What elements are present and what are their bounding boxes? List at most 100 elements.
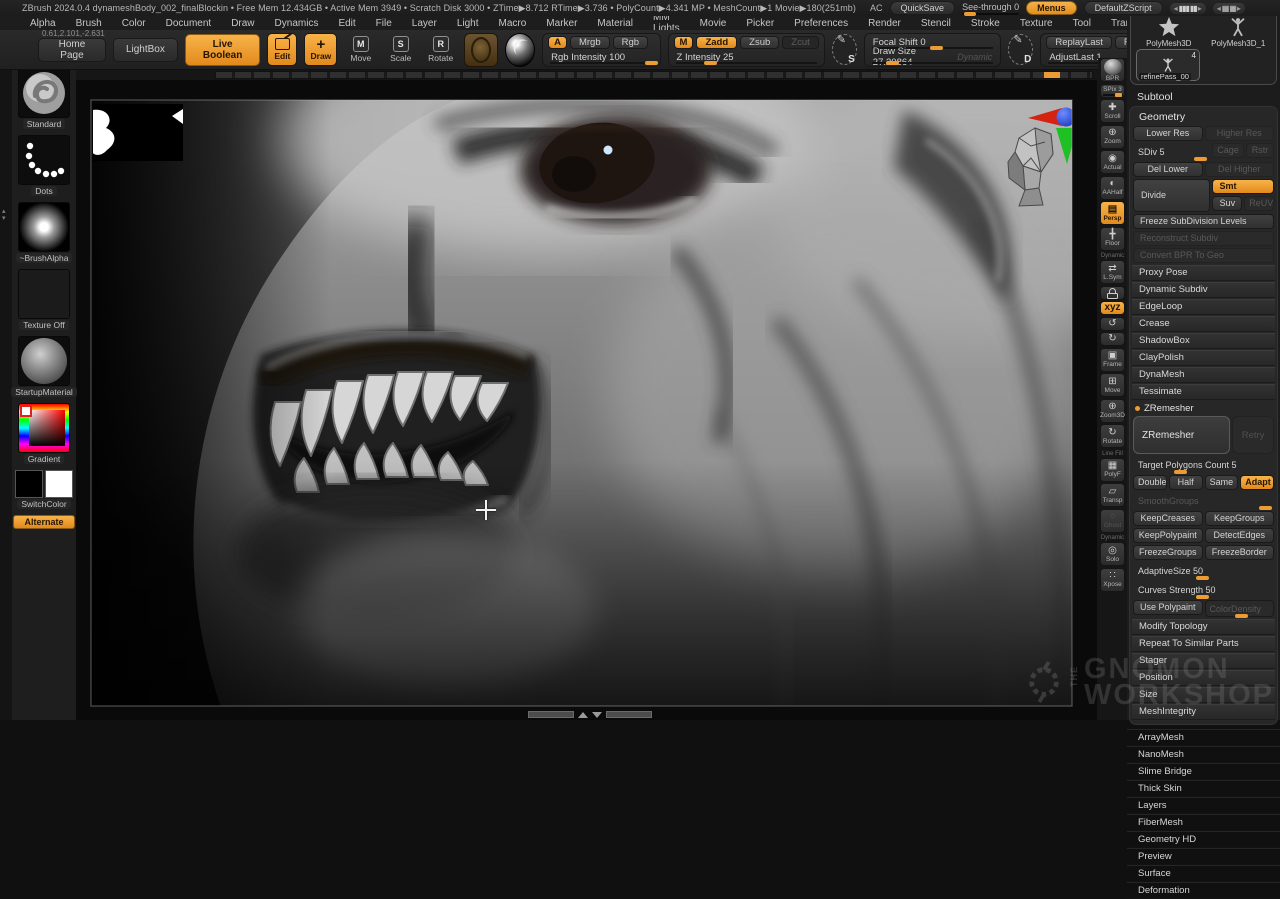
section-preview[interactable]: Preview (1127, 848, 1280, 865)
menu-preferences[interactable]: Preferences (784, 18, 858, 29)
scale-mode-button[interactable]: SScale (384, 33, 417, 66)
menu-document[interactable]: Document (156, 18, 222, 29)
half-button[interactable]: Half (1169, 475, 1203, 490)
zremesher-button[interactable]: ZRemesher (1133, 416, 1230, 454)
menu-layer[interactable]: Layer (402, 18, 447, 29)
menu-color[interactable]: Color (112, 18, 156, 29)
polyframe-toggle[interactable]: ▦PolyF (1100, 458, 1125, 482)
del-higher-button[interactable]: Del Higher (1205, 162, 1275, 177)
color-density-slider[interactable]: ColorDensity (1205, 600, 1275, 617)
menu-light[interactable]: Light (447, 18, 489, 29)
freeze-groups-toggle[interactable]: FreezeGroups (1133, 545, 1203, 560)
menu-picker[interactable]: Picker (736, 18, 784, 29)
section-surface[interactable]: Surface (1127, 865, 1280, 882)
keep-polypaint-toggle[interactable]: KeepPolypaint (1133, 528, 1203, 543)
row-crease[interactable]: Crease (1132, 316, 1275, 332)
row-repeat-to-similar[interactable]: Repeat To Similar Parts (1132, 636, 1275, 652)
xpose-button[interactable]: ∷Xpose (1100, 568, 1125, 592)
replay-last-button[interactable]: ReplayLast (1046, 36, 1112, 49)
reconstruct-subdiv-button[interactable]: Reconstruct Subdiv (1133, 231, 1274, 246)
row-dynamic-subdiv[interactable]: Dynamic Subdiv (1132, 282, 1275, 298)
adaptive-size-slider[interactable]: AdaptiveSize 50 (1133, 562, 1274, 579)
spin-ccw-button[interactable]: ↺ (1100, 317, 1125, 331)
move-canvas-button[interactable]: ⊞Move (1100, 373, 1125, 397)
actual-size-button[interactable]: ◉Actual (1100, 150, 1125, 174)
alpha-thumbnail-large[interactable] (18, 202, 70, 252)
menu-file[interactable]: File (366, 18, 402, 29)
section-deformation[interactable]: Deformation (1127, 882, 1280, 899)
section-slime-bridge[interactable]: Slime Bridge (1127, 763, 1280, 780)
secondary-color-swatch[interactable] (45, 470, 73, 498)
local-symmetry-toggle[interactable]: ⇄L.Sym (1100, 260, 1125, 284)
menu-alpha[interactable]: Alpha (20, 18, 66, 29)
spin-cw-button[interactable]: ↻ (1100, 332, 1125, 346)
zoom3d-button[interactable]: ⊕Zoom3D (1100, 399, 1125, 423)
mrgb-button[interactable]: Mrgb (570, 36, 610, 49)
current-material-button[interactable] (505, 33, 535, 67)
section-geometry-hd[interactable]: Geometry HD (1127, 831, 1280, 848)
switch-color-label[interactable]: SwitchColor (17, 499, 70, 509)
stroke-type-button[interactable]: S (832, 34, 857, 65)
lower-res-button[interactable]: Lower Res (1133, 126, 1203, 141)
perspective-toggle[interactable]: ▤Persp (1100, 201, 1125, 225)
tray-handle-bar[interactable] (528, 711, 574, 718)
spix-slider[interactable]: SPix 3 (1100, 84, 1125, 98)
material-thumbnail[interactable] (18, 336, 70, 386)
cage-button[interactable]: Cage (1212, 143, 1244, 158)
z-intensity-slider[interactable]: Z Intensity 25 (674, 51, 819, 64)
a-toggle[interactable]: A (548, 36, 567, 49)
current-stroke-item[interactable]: Dots (18, 135, 70, 196)
solo-toggle[interactable]: ◎Solo (1100, 542, 1125, 566)
texture-thumbnail[interactable] (18, 269, 70, 319)
edit-button[interactable]: Edit (267, 33, 297, 66)
menu-macro[interactable]: Macro (489, 18, 537, 29)
current-alpha-button[interactable] (464, 33, 498, 67)
prev-arrow-icon[interactable]: ◂ (1174, 4, 1178, 13)
current-material-item[interactable]: StartupMaterial (11, 336, 77, 397)
section-layers[interactable]: Layers (1127, 797, 1280, 814)
section-arraymesh[interactable]: ArrayMesh (1127, 729, 1280, 746)
switch-color-item[interactable]: SwitchColor (15, 470, 73, 509)
draw-mode-button[interactable]: +Draw (304, 33, 337, 66)
current-brush-item[interactable]: Standard (18, 68, 70, 129)
section-thick-skin[interactable]: Thick Skin (1127, 780, 1280, 797)
transparency-toggle[interactable]: ▱Transp (1100, 483, 1125, 507)
row-dynamesh[interactable]: DynaMesh (1132, 367, 1275, 383)
freeze-subdivision-button[interactable]: Freeze SubDivision Levels (1133, 214, 1274, 229)
zsub-button[interactable]: Zsub (740, 36, 779, 49)
row-position[interactable]: Position (1132, 670, 1275, 686)
rotate-mode-button[interactable]: RRotate (424, 33, 457, 66)
rgb-button[interactable]: Rgb (613, 36, 648, 49)
see-through-track[interactable] (962, 13, 1019, 15)
row-meshintegrity[interactable]: MeshIntegrity (1132, 704, 1275, 720)
adapt-toggle[interactable]: Adapt (1240, 475, 1274, 490)
rstr-button[interactable]: Rstr (1246, 143, 1274, 158)
frame-mesh-button[interactable]: ▣Frame (1100, 348, 1125, 372)
detect-edges-toggle[interactable]: DetectEdges (1205, 528, 1275, 543)
home-page-button[interactable]: Home Page (38, 38, 106, 62)
menu-movie[interactable]: Movie (690, 18, 737, 29)
zoom-button[interactable]: ⊕Zoom (1100, 125, 1125, 149)
scroll-button[interactable]: ✚Scroll (1100, 99, 1125, 123)
convert-bpr-button[interactable]: Convert BPR To Geo (1133, 248, 1274, 263)
geometry-header[interactable]: Geometry (1133, 109, 1274, 126)
menu-draw[interactable]: Draw (221, 18, 264, 29)
suv-toggle[interactable]: Suv (1212, 196, 1242, 211)
sculpt-canvas[interactable] (76, 80, 1097, 720)
move-mode-button[interactable]: MMove (344, 33, 377, 66)
curves-strength-slider[interactable]: Curves Strength 50 (1133, 581, 1274, 598)
m-toggle[interactable]: M (674, 36, 694, 49)
hue-gradient-icon[interactable] (19, 404, 69, 452)
section-nanomesh[interactable]: NanoMesh (1127, 746, 1280, 763)
active-tray-tile[interactable] (1044, 72, 1060, 78)
tray-close-arrow-icon[interactable] (592, 712, 602, 718)
row-shadowbox[interactable]: ShadowBox (1132, 333, 1275, 349)
zadd-button[interactable]: Zadd (696, 36, 737, 49)
menu-tool[interactable]: Tool (1063, 18, 1101, 29)
quicksave-button[interactable]: QuickSave (890, 1, 956, 15)
color-picker-item[interactable]: Gradient (18, 403, 70, 464)
menu-texture[interactable]: Texture (1010, 18, 1063, 29)
bpr-render-button[interactable]: BPR (1100, 58, 1125, 82)
ghost-toggle[interactable]: ○Ghost (1100, 509, 1125, 533)
color-picker[interactable] (18, 403, 70, 453)
